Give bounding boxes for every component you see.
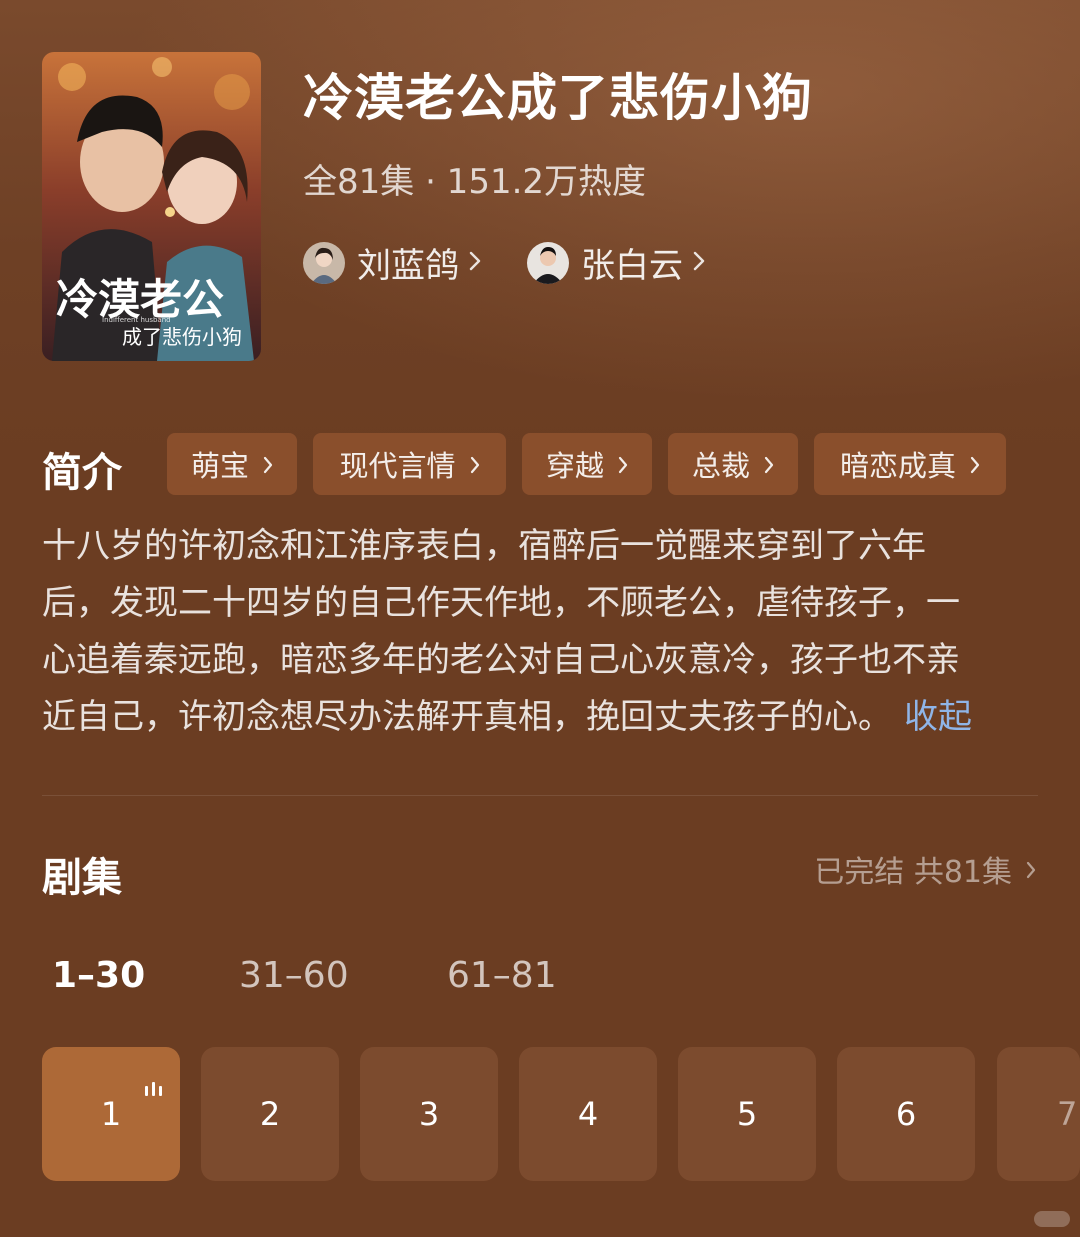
synopsis-line-last: 近自己，许初念想尽办法解开真相，挽回丈夫孩子的心。 收起 xyxy=(42,689,1042,746)
episode-tile[interactable]: 3 xyxy=(360,1047,498,1181)
episode-tile[interactable]: 2 xyxy=(201,1047,339,1181)
actor-avatar xyxy=(303,241,345,284)
episode-number: 2 xyxy=(259,1095,281,1133)
range-tab-61-81[interactable]: 61–81 xyxy=(447,955,557,996)
tag-chip[interactable]: 穿越 xyxy=(522,433,652,495)
episode-number: 3 xyxy=(418,1095,440,1133)
actor-name: 刘蓝鸽 xyxy=(357,246,459,286)
chevron-right-icon xyxy=(970,447,980,481)
synopsis-line: 心追着秦远跑，暗恋多年的老公对自己心灰意冷，孩子也不亲 xyxy=(42,640,960,680)
intro-heading: 简介 xyxy=(42,450,122,496)
synopsis-text: 十八岁的许初念和江淮序表白，宿醉后一觉醒来穿到了六年 后，发现二十四岁的自己作天… xyxy=(42,518,1042,746)
episode-number: 5 xyxy=(736,1095,758,1133)
episode-number: 1 xyxy=(100,1095,122,1133)
tag-label: 现代言情 xyxy=(339,449,456,483)
synopsis-line: 十八岁的许初念和江淮序表白，宿醉后一觉醒来穿到了六年 xyxy=(42,526,926,566)
range-tab-1-30[interactable]: 1–30 xyxy=(52,955,145,996)
episode-tile[interactable]: 5 xyxy=(678,1047,816,1181)
poster-subtitle: Indifferent husband xyxy=(102,316,171,324)
episode-number: 7 xyxy=(1057,1095,1078,1133)
cast-item-2[interactable]: 张白云 xyxy=(527,238,705,287)
drama-poster[interactable]: 冷漠老公 Indifferent husband 成了悲伤小狗 xyxy=(42,52,261,361)
synopsis-line: 近自己，许初念想尽办法解开真相，挽回丈夫孩子的心。 xyxy=(42,697,892,737)
watermark-badge xyxy=(1034,1211,1070,1227)
episode-number: 6 xyxy=(895,1095,917,1133)
chevron-right-icon xyxy=(470,447,480,481)
collapse-link[interactable]: 收起 xyxy=(904,697,972,737)
actor-avatar xyxy=(527,241,569,284)
episode-tile[interactable]: 6 xyxy=(837,1047,975,1181)
tag-chip[interactable]: 总裁 xyxy=(668,433,798,495)
tag-chip[interactable]: 暗恋成真 xyxy=(814,433,1006,495)
section-divider xyxy=(42,795,1038,796)
episode-tile[interactable]: 1 xyxy=(42,1047,180,1181)
drama-title: 冷漠老公成了悲伤小狗 xyxy=(303,69,813,127)
tag-label: 暗恋成真 xyxy=(839,449,956,483)
tag-chip[interactable]: 现代言情 xyxy=(313,433,506,495)
chevron-right-icon xyxy=(469,250,481,276)
chevron-right-icon xyxy=(693,250,705,276)
episode-tile[interactable]: 7 xyxy=(997,1047,1080,1181)
tag-label: 穿越 xyxy=(545,449,604,483)
synopsis-line: 后，发现二十四岁的自己作天作地，不顾老公，虐待孩子，一 xyxy=(42,583,960,623)
actor-name: 张白云 xyxy=(581,246,683,286)
now-playing-icon xyxy=(144,1067,164,1105)
episodes-heading: 剧集 xyxy=(42,855,122,901)
tag-chip[interactable]: 萌宝 xyxy=(167,433,297,495)
poster-title-line2: 成了悲伤小狗 xyxy=(122,325,242,349)
episodes-status: 已完结 共81集 xyxy=(814,855,1012,890)
chevron-right-icon xyxy=(263,447,273,481)
drama-meta: 全81集 · 151.2万热度 xyxy=(303,162,647,202)
episodes-status-link[interactable]: 已完结 共81集 xyxy=(814,847,1036,891)
cast-item-1[interactable]: 刘蓝鸽 xyxy=(303,238,481,287)
chevron-right-icon xyxy=(618,447,628,481)
episode-tile[interactable]: 4 xyxy=(519,1047,657,1181)
episode-number: 4 xyxy=(577,1095,599,1133)
tag-label: 总裁 xyxy=(691,449,750,483)
chevron-right-icon xyxy=(1026,852,1036,887)
chevron-right-icon xyxy=(764,447,774,481)
tag-label: 萌宝 xyxy=(190,449,249,483)
range-tab-31-60[interactable]: 31–60 xyxy=(239,955,349,996)
